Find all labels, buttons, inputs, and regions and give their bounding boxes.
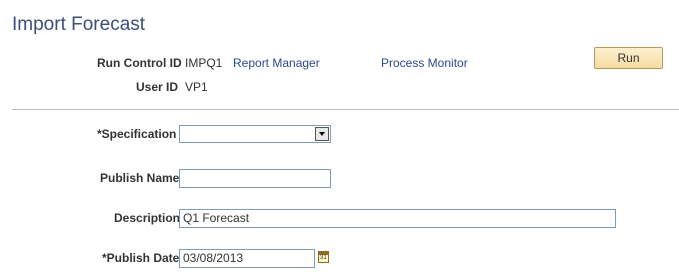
user-id-label: User ID bbox=[136, 80, 179, 94]
specification-dropdown[interactable] bbox=[179, 125, 331, 143]
calendar-day-number: 31 bbox=[320, 255, 327, 261]
page-title: Import Forecast bbox=[12, 14, 146, 35]
run-control-id-label: Run Control ID bbox=[97, 56, 182, 70]
description-input[interactable]: Q1 Forecast bbox=[179, 209, 616, 228]
specification-label: *Specification bbox=[97, 127, 177, 141]
calendar-icon[interactable]: 31 bbox=[318, 251, 329, 263]
publish-date-label: *Publish Date bbox=[102, 251, 180, 265]
publish-date-input[interactable]: 03/08/2013 bbox=[179, 249, 315, 268]
report-manager-link[interactable]: Report Manager bbox=[233, 55, 320, 71]
section-divider bbox=[12, 109, 679, 110]
publish-name-label: Publish Name bbox=[100, 171, 180, 185]
publish-name-input[interactable] bbox=[179, 169, 331, 188]
description-label: Description bbox=[114, 211, 181, 225]
run-control-id-value: IMPQ1 bbox=[185, 56, 223, 70]
run-button[interactable]: Run bbox=[594, 47, 663, 69]
process-monitor-link[interactable]: Process Monitor bbox=[381, 55, 468, 71]
user-id-value: VP1 bbox=[185, 80, 208, 94]
chevron-down-icon[interactable] bbox=[315, 127, 329, 141]
